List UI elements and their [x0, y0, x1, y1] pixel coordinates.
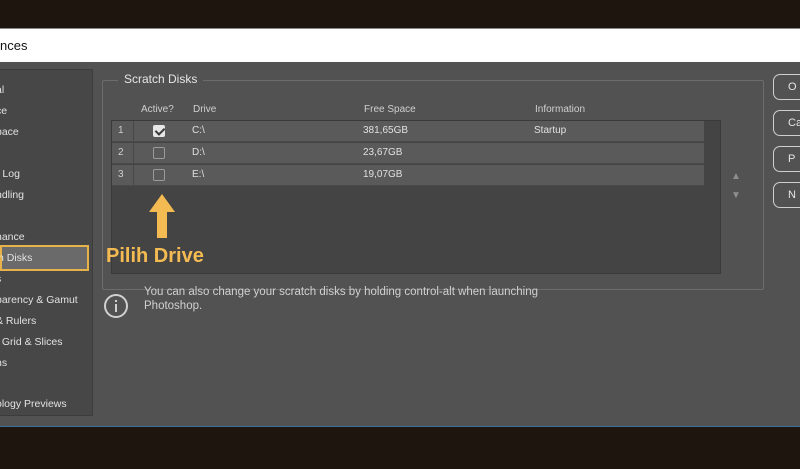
row-number: 2: [118, 147, 124, 158]
active-checkbox[interactable]: [153, 147, 165, 159]
row-divider: [133, 165, 134, 185]
annotation-label: Pilih Drive: [106, 245, 204, 267]
preferences-sidebar: al ce pace r Log ndling nance h Disks s …: [0, 69, 93, 416]
prev-button[interactable]: P: [773, 146, 800, 172]
row-number: 1: [118, 125, 124, 136]
window-title: nces: [0, 38, 28, 53]
table-row[interactable]: 3 E:\ 19,07GB: [112, 165, 704, 186]
window-titlebar: nces: [0, 28, 800, 63]
drive-cell: D:\: [192, 147, 205, 158]
free-space-cell: 23,67GB: [363, 147, 403, 158]
cancel-button[interactable]: Ca: [773, 110, 800, 136]
row-divider: [133, 121, 134, 141]
information-cell: Startup: [534, 125, 567, 136]
scratch-disks-title: Scratch Disks: [118, 72, 204, 86]
column-header-free-space: Free Space: [364, 104, 416, 115]
annotation-arrow-icon: [149, 194, 175, 238]
ok-button[interactable]: O: [773, 74, 800, 100]
free-space-cell: 381,65GB: [363, 125, 409, 136]
info-message-line-2: Photoshop.: [144, 300, 203, 312]
column-header-information: Information: [535, 104, 586, 115]
column-header-drive: Drive: [193, 104, 217, 115]
row-number: 3: [118, 169, 124, 180]
move-down-icon[interactable]: ▼: [731, 190, 741, 201]
next-button[interactable]: N: [773, 182, 800, 208]
row-divider: [133, 143, 134, 163]
sidebar-item-scratch-disks[interactable]: h Disks: [0, 245, 89, 271]
drive-cell: C:\: [192, 125, 205, 136]
active-checkbox[interactable]: [153, 125, 165, 137]
info-icon: [104, 294, 128, 318]
column-header-active: Active?: [141, 104, 174, 115]
active-checkbox[interactable]: [153, 169, 165, 181]
free-space-cell: 19,07GB: [363, 169, 403, 180]
move-up-icon[interactable]: ▲: [731, 171, 741, 182]
info-message-line-1: You can also change your scratch disks b…: [144, 286, 539, 298]
info-message: You can also change your scratch disks b…: [144, 285, 614, 313]
table-row[interactable]: 2 D:\ 23,67GB: [112, 143, 704, 164]
table-row[interactable]: 1 C:\ 381,65GB Startup: [112, 121, 704, 142]
drive-cell: E:\: [192, 169, 205, 180]
